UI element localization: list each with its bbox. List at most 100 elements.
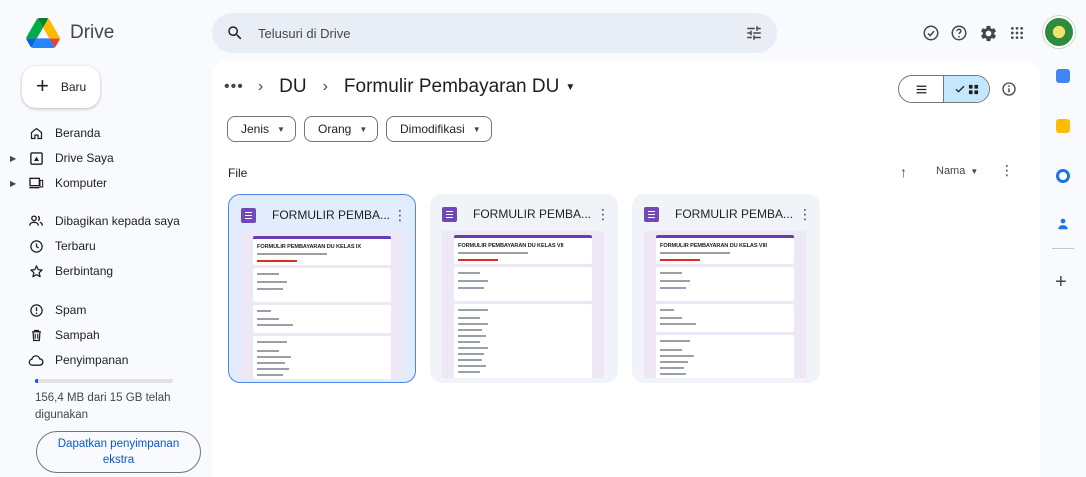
account-avatar[interactable] [1043, 16, 1075, 48]
sort-by-label: Nama [936, 165, 966, 177]
sidebar-item-label: Penyimpanan [55, 353, 129, 367]
sidebar-item-penyimpanan[interactable]: Penyimpanan [22, 348, 128, 372]
dropdown-arrow-icon: ▼ [970, 166, 979, 176]
sidebar-item-label: Drive Saya [55, 151, 114, 165]
file-card[interactable]: FORMULIR PEMBA... ⋮ FORMULIR PEMBAYARAN … [228, 194, 416, 383]
storage-usage-fill [35, 379, 38, 383]
file-thumbnail: FORMULIR PEMBAYARAN DU KELAS VII [442, 231, 604, 378]
star-icon [28, 263, 44, 279]
sidebar-item-label: Beranda [55, 126, 101, 140]
more-options-icon[interactable]: ⋮ [798, 206, 812, 223]
tasks-icon[interactable] [1056, 169, 1070, 183]
thumbnail-header: FORMULIR PEMBAYARAN DU KELAS IX [253, 239, 391, 265]
trash-icon [28, 327, 44, 343]
file-thumbnail: FORMULIR PEMBAYARAN DU KELAS IX [241, 232, 403, 379]
settings-icon[interactable] [977, 22, 999, 44]
file-title: FORMULIR PEMBA... [473, 207, 592, 221]
file-card[interactable]: FORMULIR PEMBA... ⋮ FORMULIR PEMBAYARAN … [430, 194, 618, 383]
google-drive-icon [26, 18, 60, 48]
sidebar-item-komputer[interactable]: ▶ Komputer [10, 171, 108, 195]
clock-icon [28, 238, 44, 254]
sidebar-item-label: Komputer [55, 176, 108, 190]
sidebar-item-beranda[interactable]: Beranda [22, 121, 100, 145]
chevron-right-icon: › [322, 78, 328, 95]
my-drive-icon [28, 150, 44, 166]
get-more-storage-button[interactable]: Dapatkan penyimpanan ekstra [36, 431, 201, 473]
search-icon[interactable] [226, 24, 244, 42]
contacts-icon[interactable] [1056, 217, 1070, 231]
search-input[interactable] [258, 25, 745, 41]
breadcrumb-parent[interactable]: DU [279, 76, 306, 98]
cloud-icon [28, 352, 44, 368]
sidebar-item-label: Berbintang [55, 264, 114, 278]
dropdown-arrow-icon: ▼ [277, 124, 285, 134]
sort-by-button[interactable]: Nama ▼ [936, 165, 978, 177]
sidebar-item-label: Terbaru [55, 239, 96, 253]
filter-chip-label: Jenis [241, 122, 270, 136]
sidebar-item-label: Spam [55, 303, 87, 317]
new-button-label: Baru [60, 80, 87, 94]
info-icon[interactable] [1001, 81, 1017, 97]
sidebar-item-sampah[interactable]: Sampah [22, 323, 100, 347]
google-forms-icon [644, 206, 659, 222]
dropdown-arrow-icon[interactable]: ▼ [565, 82, 575, 93]
google-forms-icon [241, 207, 256, 223]
check-icon [955, 85, 965, 93]
keep-icon[interactable] [1056, 119, 1070, 133]
sidebar-item-label: Sampah [55, 328, 100, 342]
filter-chip-jenis[interactable]: Jenis ▼ [227, 116, 296, 142]
storage-usage-bar [35, 379, 173, 383]
main-panel: ••• › DU › Formulir Pembayaran DU ▼ Jeni… [212, 60, 1040, 477]
storage-usage-text: 156,4 MB dari 15 GB telah digunakan [35, 392, 171, 421]
sidebar-item-berbintang[interactable]: Berbintang [22, 259, 113, 283]
section-title: File [228, 166, 248, 180]
chevron-right-icon: › [257, 78, 264, 95]
more-options-icon[interactable]: ⋮ [393, 207, 407, 224]
file-title: FORMULIR PEMBA... [675, 207, 794, 221]
list-icon [916, 85, 926, 93]
file-thumbnail: FORMULIR PEMBAYARAN DU KELAS VIII [644, 231, 806, 378]
sidebar-item-terbaru[interactable]: Terbaru [22, 234, 96, 258]
view-toggle [898, 75, 990, 103]
filter-chip-orang[interactable]: Orang ▼ [304, 116, 379, 142]
get-addons-icon[interactable]: + [1055, 271, 1067, 294]
more-options-icon[interactable]: ⋮ [1000, 162, 1014, 179]
help-icon[interactable] [948, 22, 970, 44]
sidebar-item-spam[interactable]: Spam [22, 298, 86, 322]
plus-icon: + [36, 73, 49, 98]
sidebar-item-dibagikan[interactable]: Dibagikan kepada saya [22, 209, 180, 233]
spam-icon [28, 302, 44, 318]
dropdown-arrow-icon: ▼ [359, 124, 368, 134]
file-title: FORMULIR PEMBA... [272, 208, 391, 222]
sidebar-item-label: Dibagikan kepada saya [55, 214, 180, 228]
breadcrumb-current[interactable]: Formulir Pembayaran DU [344, 76, 559, 98]
breadcrumb-overflow[interactable]: ••• [224, 78, 244, 96]
expand-caret-icon[interactable]: ▶ [10, 154, 22, 163]
filter-chip-dimodifikasi[interactable]: Dimodifikasi ▼ [386, 116, 492, 142]
file-card[interactable]: FORMULIR PEMBA... ⋮ FORMULIR PEMBAYARAN … [632, 194, 820, 383]
more-options-icon[interactable]: ⋮ [596, 206, 610, 223]
thumbnail-title: FORMULIR PEMBAYARAN DU KELAS IX [257, 244, 362, 250]
drive-logo[interactable]: Drive [26, 18, 114, 48]
search-bar[interactable] [212, 13, 777, 53]
app-title: Drive [70, 22, 115, 43]
new-button[interactable]: + Baru [22, 66, 100, 108]
status-ready-icon[interactable] [920, 22, 942, 44]
sort-direction-icon[interactable]: ↑ [900, 164, 907, 180]
expand-caret-icon[interactable]: ▶ [10, 179, 22, 188]
thumbnail-header: FORMULIR PEMBAYARAN DU KELAS VII [454, 238, 592, 264]
grid-view-button[interactable] [944, 76, 989, 102]
thumbnail-title: FORMULIR PEMBAYARAN DU KELAS VII [458, 243, 564, 249]
list-view-button[interactable] [899, 76, 945, 102]
filter-chip-label: Orang [318, 122, 352, 136]
search-options-icon[interactable] [745, 24, 763, 42]
filter-chip-label: Dimodifikasi [400, 122, 465, 136]
sidebar-item-drive-saya[interactable]: ▶ Drive Saya [10, 146, 114, 170]
dropdown-arrow-icon: ▼ [472, 124, 481, 134]
shared-people-icon [28, 213, 44, 229]
computer-icon [28, 175, 44, 191]
calendar-icon[interactable] [1056, 69, 1070, 83]
grid-icon [968, 84, 979, 94]
apps-grid-icon[interactable] [1006, 22, 1028, 44]
breadcrumb: ••• › DU › Formulir Pembayaran DU ▼ [224, 76, 575, 98]
